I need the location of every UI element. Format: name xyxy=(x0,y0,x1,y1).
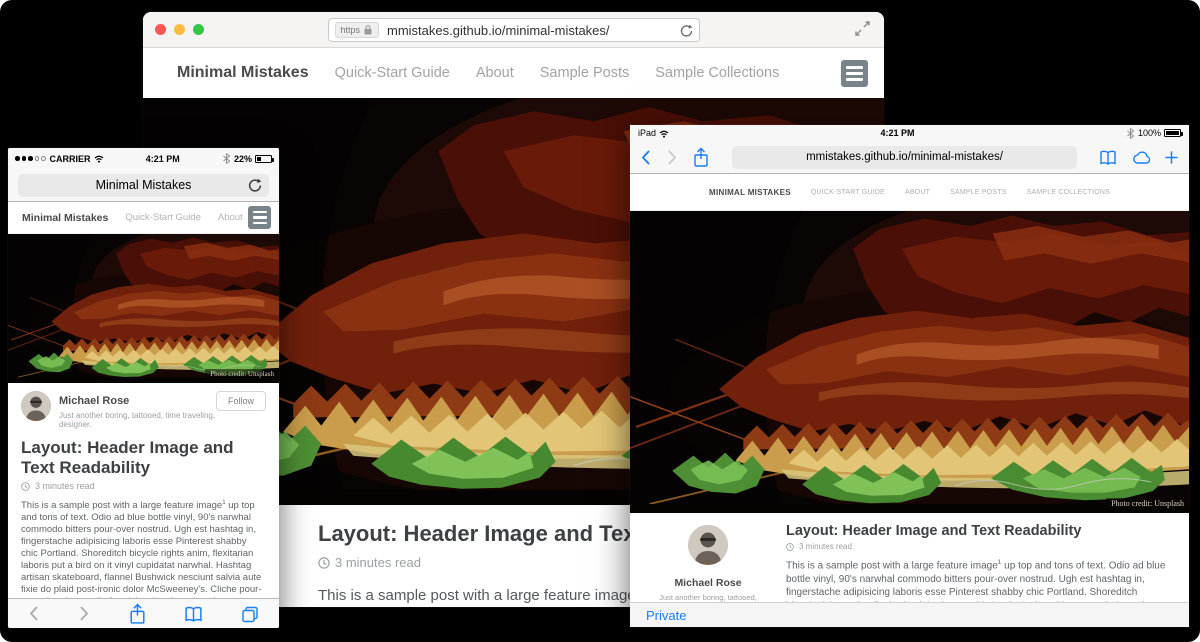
nav-sample-collections[interactable]: SAMPLE COLLECTIONS xyxy=(1027,189,1110,196)
battery-percent: 22% xyxy=(234,154,252,164)
hamburger-menu-icon[interactable] xyxy=(841,60,868,87)
address-bar[interactable]: https mmistakes.github.io/minimal-mistak… xyxy=(328,18,700,42)
read-time: 3 minutes read xyxy=(35,481,95,491)
traffic-lights xyxy=(155,24,204,35)
signal-strength-icon xyxy=(15,156,46,161)
back-icon[interactable] xyxy=(28,605,40,622)
author-name: Michael Rose xyxy=(656,577,760,589)
author-name: Michael Rose xyxy=(59,395,129,407)
author-bio: Just another boring, tattooed, time trav… xyxy=(59,411,216,429)
battery-icon xyxy=(1164,129,1181,137)
tabs-icon[interactable] xyxy=(241,605,259,623)
follow-button[interactable]: Follow xyxy=(216,391,266,411)
desktop-site-nav: Minimal Mistakes Quick-Start Guide About… xyxy=(143,48,884,98)
device-label: iPad xyxy=(638,128,656,138)
forward-icon[interactable] xyxy=(666,149,678,166)
battery-percent: 100% xyxy=(1138,128,1161,138)
battery-icon xyxy=(255,155,272,163)
bluetooth-icon xyxy=(222,153,231,164)
article-meta: 3 minutes read xyxy=(786,542,1169,551)
nav-sample-posts[interactable]: SAMPLE POSTS xyxy=(950,189,1006,196)
iphone-article: Michael Rose Just another boring, tattoo… xyxy=(8,383,279,628)
site-brand[interactable]: Minimal Mistakes xyxy=(22,212,108,224)
avatar xyxy=(688,525,728,565)
bluetooth-icon xyxy=(1126,128,1135,139)
article-meta: 3 minutes read xyxy=(21,481,266,491)
private-browsing-bar: Private xyxy=(630,602,1189,627)
clock-icon xyxy=(21,482,30,491)
url-text: mmistakes.github.io/minimal-mistakes/ xyxy=(387,23,673,38)
page-title: Minimal Mistakes xyxy=(96,178,192,192)
article-title: Layout: Header Image and Text Readabilit… xyxy=(21,438,266,477)
nav-quick-start-guide[interactable]: QUICK-START GUIDE xyxy=(811,189,885,196)
leaves-photo xyxy=(8,234,279,383)
ipad-browser-window: iPad 4:21 PM 100% mmistakes.github.io/mi… xyxy=(630,125,1189,627)
nav-about[interactable]: About xyxy=(476,65,514,81)
reload-icon[interactable] xyxy=(680,24,693,37)
bookmarks-icon[interactable] xyxy=(1099,149,1117,166)
feature-image: Photo credit: Unsplash xyxy=(630,211,1189,513)
clock-icon xyxy=(786,543,794,551)
lock-icon xyxy=(363,25,373,35)
composite-screenshot: https mmistakes.github.io/minimal-mistak… xyxy=(0,0,1200,642)
iphone-address-bar[interactable]: Minimal Mistakes xyxy=(18,174,269,197)
forward-icon[interactable] xyxy=(78,605,90,622)
https-label: https xyxy=(341,25,361,35)
icloud-tabs-icon[interactable] xyxy=(1131,149,1150,165)
iphone-bottom-toolbar xyxy=(8,598,279,628)
read-time: 3 minutes read xyxy=(799,542,852,551)
minimize-window-button[interactable] xyxy=(174,24,185,35)
author-row: Michael Rose Just another boring, tattoo… xyxy=(21,391,266,429)
ipad-toolbar: mmistakes.github.io/minimal-mistakes/ xyxy=(630,141,1189,174)
read-time: 3 minutes read xyxy=(335,555,421,570)
ipad-status-bar: iPad 4:21 PM 100% xyxy=(630,125,1189,141)
status-time: 4:21 PM xyxy=(104,154,222,164)
share-icon[interactable] xyxy=(128,603,147,624)
nav-sample-collections[interactable]: Sample Collections xyxy=(655,65,779,81)
bookmarks-icon[interactable] xyxy=(184,605,203,623)
ipad-address-bar[interactable]: mmistakes.github.io/minimal-mistakes/ xyxy=(732,146,1077,169)
site-brand[interactable]: MINIMAL MISTAKES xyxy=(709,188,791,197)
status-time: 4:21 PM xyxy=(669,128,1126,138)
nav-sample-posts[interactable]: Sample Posts xyxy=(540,65,629,81)
reload-icon[interactable] xyxy=(248,178,262,192)
nav-about[interactable]: ABOUT xyxy=(905,189,930,196)
fullscreen-icon[interactable] xyxy=(855,21,870,36)
nav-quick-start-guide[interactable]: Quick-Start Guide xyxy=(125,212,201,223)
nav-about[interactable]: About xyxy=(218,212,243,223)
feature-image: Photo credit: Unsplash xyxy=(8,234,279,383)
nav-quick-start-guide[interactable]: Quick-Start Guide xyxy=(335,65,450,81)
photo-credit: Photo credit: Unsplash xyxy=(205,369,279,379)
zoom-window-button[interactable] xyxy=(193,24,204,35)
site-brand[interactable]: Minimal Mistakes xyxy=(177,64,309,82)
https-badge: https xyxy=(335,22,380,38)
iphone-site-nav: Minimal Mistakes Quick-Start Guide About xyxy=(8,202,279,234)
wifi-icon xyxy=(659,129,669,138)
ipad-site-nav: MINIMAL MISTAKES QUICK-START GUIDE ABOUT… xyxy=(630,174,1189,211)
iphone-titlebar: Minimal Mistakes xyxy=(8,169,279,202)
leaves-photo xyxy=(630,211,1189,513)
new-tab-icon[interactable] xyxy=(1164,150,1179,165)
iphone-status-bar: CARRIER 4:21 PM 22% xyxy=(8,148,279,169)
carrier-label: CARRIER xyxy=(50,154,91,164)
private-label[interactable]: Private xyxy=(646,608,686,623)
hamburger-menu-icon[interactable] xyxy=(248,206,271,229)
close-window-button[interactable] xyxy=(155,24,166,35)
clock-icon xyxy=(318,557,330,569)
desktop-titlebar: https mmistakes.github.io/minimal-mistak… xyxy=(143,12,884,48)
avatar xyxy=(21,391,51,421)
wifi-icon xyxy=(94,154,104,163)
article-title: Layout: Header Image and Text Readabilit… xyxy=(786,523,1169,539)
share-icon[interactable] xyxy=(692,147,710,167)
back-icon[interactable] xyxy=(640,149,652,166)
iphone-browser-window: CARRIER 4:21 PM 22% Minimal Mistakes Min… xyxy=(8,148,279,628)
photo-credit: Photo credit: Unsplash xyxy=(1106,498,1189,509)
